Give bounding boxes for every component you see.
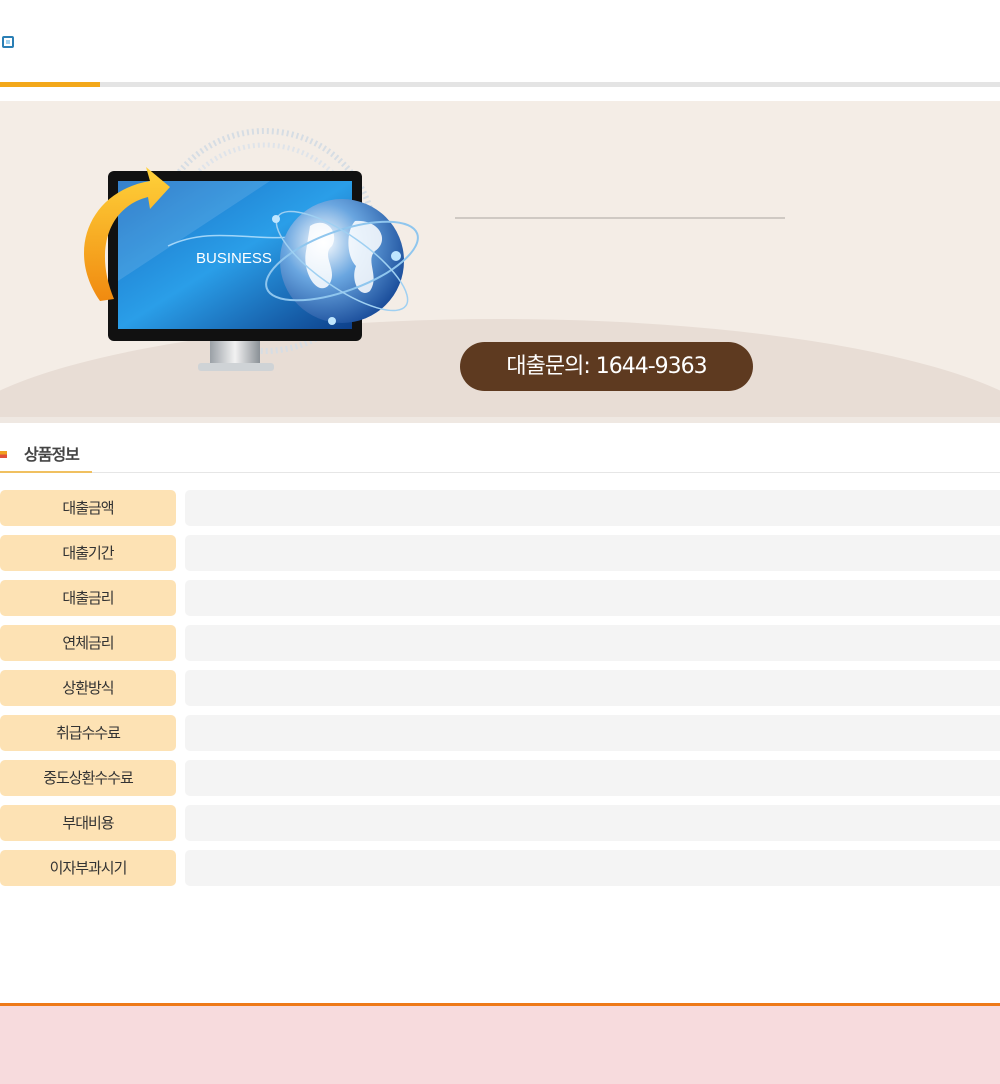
- section-bullet-icon: [0, 451, 7, 458]
- info-row-loan-amount: 대출금액: [0, 490, 1000, 526]
- business-monitor-globe-icon: BUSINESS: [84, 128, 419, 371]
- product-info-table: 대출금액 대출기간 대출금리 연체금리 상환방식 취급수수료 중도상환수수료 부…: [0, 490, 1000, 895]
- loan-inquiry-phone-badge: 대출문의: 1644-9363: [460, 342, 753, 391]
- info-label: 대출금리: [0, 580, 176, 616]
- info-value: [185, 715, 1000, 751]
- info-row-early-repayment-fee: 중도상환수수료: [0, 760, 1000, 796]
- info-label: 이자부과시기: [0, 850, 176, 886]
- info-value: [185, 535, 1000, 571]
- info-label: 상환방식: [0, 670, 176, 706]
- info-value: [185, 580, 1000, 616]
- info-row-interest-timing: 이자부과시기: [0, 850, 1000, 886]
- loan-banner: BUSINESS 대출문의: 1644-9363: [0, 101, 1000, 423]
- section-title: 상품정보: [24, 445, 80, 464]
- info-label: 부대비용: [0, 805, 176, 841]
- info-row-additional-costs: 부대비용: [0, 805, 1000, 841]
- info-value: [185, 805, 1000, 841]
- info-label: 취급수수료: [0, 715, 176, 751]
- info-label: 연체금리: [0, 625, 176, 661]
- info-label: 대출기간: [0, 535, 176, 571]
- info-row-loan-rate: 대출금리: [0, 580, 1000, 616]
- info-value: [185, 490, 1000, 526]
- section-divider-accent: [0, 471, 92, 473]
- info-value: [185, 850, 1000, 886]
- info-value: [185, 760, 1000, 796]
- banner-divider: [455, 217, 785, 219]
- illustration-business-label: BUSINESS: [196, 250, 272, 267]
- info-label: 대출금액: [0, 490, 176, 526]
- info-row-repayment-method: 상환방식: [0, 670, 1000, 706]
- header-divider-accent: [0, 82, 100, 87]
- info-value: [185, 670, 1000, 706]
- banner-bottom-strip: [0, 417, 1000, 423]
- header-bullet-icon: [2, 36, 14, 48]
- info-value: [185, 625, 1000, 661]
- info-row-handling-fee: 취급수수료: [0, 715, 1000, 751]
- info-row-overdue-rate: 연체금리: [0, 625, 1000, 661]
- info-label: 중도상환수수료: [0, 760, 176, 796]
- info-row-loan-period: 대출기간: [0, 535, 1000, 571]
- header-divider: [0, 82, 1000, 87]
- footer: [0, 1006, 1000, 1084]
- section-divider: [0, 472, 1000, 473]
